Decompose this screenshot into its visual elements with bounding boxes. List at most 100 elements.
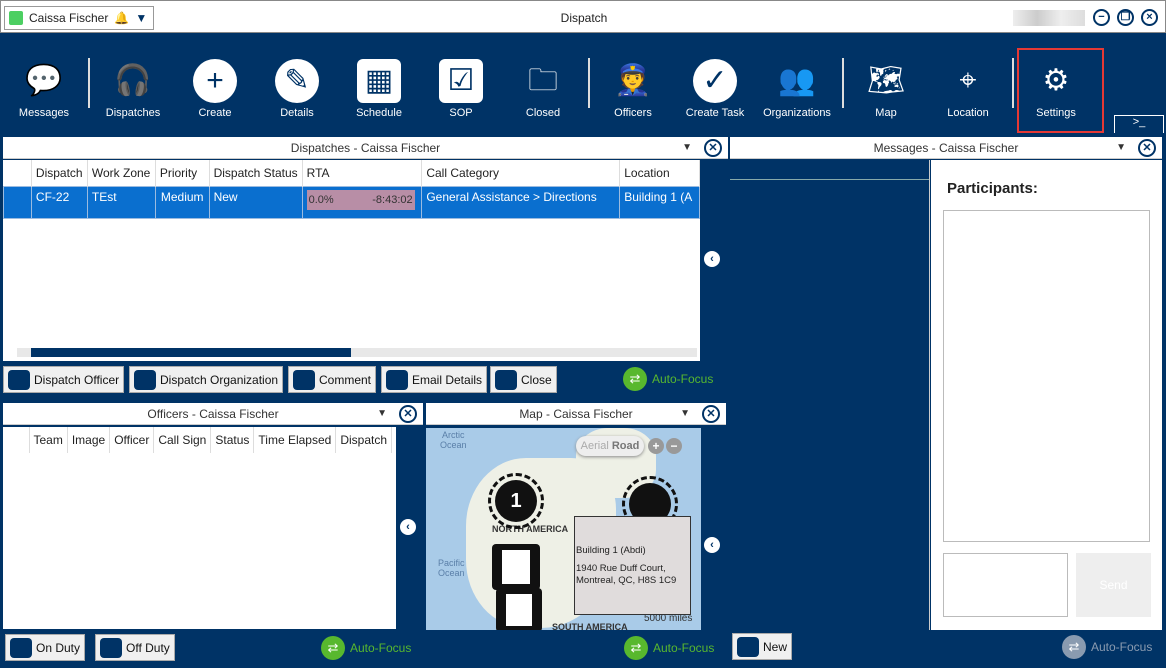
toolbar-organizations-button[interactable]: 👥 Organizations — [757, 53, 837, 119]
map-panel: Map - Caissa Fischer ▼ ✕ Arctic Ocean Paci… — [426, 403, 726, 665]
column-header[interactable]: Dispatch — [335, 427, 392, 453]
auto-focus-button[interactable]: ⇄ Auto-Focus — [1062, 635, 1152, 659]
title-bar: Caissa Fischer 🔔 ▼ Dispatch − ❐ × — [0, 0, 1166, 33]
image-marker-icon[interactable] — [492, 544, 540, 590]
map-style-toggle[interactable]: Aerial Road — [576, 436, 644, 456]
column-header[interactable]: Status — [210, 427, 255, 453]
restore-button[interactable]: ❐ — [1117, 9, 1134, 26]
dropdown-icon[interactable]: ▼ — [377, 403, 387, 425]
toolbar-schedule-button[interactable]: ▦ Schedule — [339, 53, 419, 119]
comment-button[interactable]: Comment — [288, 366, 377, 393]
close-panel-button[interactable]: ✕ — [702, 405, 720, 423]
message-input[interactable] — [943, 553, 1068, 617]
zoom-out-button[interactable]: − — [666, 438, 682, 454]
toolbar-sop-button[interactable]: ☑ SOP — [421, 53, 501, 119]
officer-icon: 👮 — [614, 64, 652, 97]
officer-plus-icon — [10, 637, 32, 658]
column-header[interactable]: Location — [619, 160, 700, 186]
column-header[interactable]: Dispatch — [31, 160, 88, 186]
grid-header: Dispatch Work Zone Priority Dispatch Status… — [3, 160, 700, 186]
table-row[interactable]: CF-22 TEst Medium New 0.0% -8:43:02 Gener… — [3, 185, 700, 219]
people-icon — [134, 369, 156, 390]
toolbar-details-button[interactable]: ✎ Details — [257, 53, 337, 119]
auto-focus-button[interactable]: ⇄ Auto-Focus — [623, 367, 713, 391]
separator — [1012, 58, 1014, 108]
aerial-option[interactable]: Aerial — [581, 440, 609, 452]
toolbar: >_ 💬 Messages 🎧 Dispatches + Create ✎ Details ▦ S… — [0, 33, 1166, 133]
dropdown-icon[interactable]: ▼ — [1116, 137, 1126, 159]
close-dispatch-button[interactable]: Close — [490, 366, 557, 393]
toolbar-officers-button[interactable]: 👮 Officers — [593, 53, 673, 119]
panel-header: Messages - Caissa Fischer ▼ ✕ — [730, 137, 1162, 159]
column-header[interactable]: Time Elapsed — [253, 427, 337, 453]
officer-icon — [8, 369, 30, 390]
cell-zone: TEst — [86, 185, 156, 219]
close-panel-button[interactable]: ✕ — [1138, 139, 1156, 157]
participants-list[interactable] — [943, 210, 1150, 542]
dispatch-officer-button[interactable]: Dispatch Officer — [3, 366, 125, 393]
column-header[interactable]: RTA — [302, 160, 423, 186]
dispatch-organization-button[interactable]: Dispatch Organization — [129, 366, 284, 393]
close-window-button[interactable]: × — [1141, 9, 1158, 26]
cluster-marker[interactable]: 1 — [488, 473, 544, 529]
dispatch-button-bar: Dispatch Officer Dispatch Organization C… — [3, 362, 728, 396]
headset-icon: 🎧 — [114, 64, 152, 97]
close-panel-button[interactable]: ✕ — [399, 405, 417, 423]
close-panel-button[interactable]: ✕ — [704, 139, 722, 157]
toolbar-location-button[interactable]: ⌖ Location — [928, 53, 1008, 119]
toolbar-create-task-button[interactable]: ✓ Create Task — [675, 53, 755, 119]
plus-circle-icon: + — [193, 59, 237, 103]
send-button[interactable]: Send — [1076, 553, 1151, 617]
column-header[interactable]: Priority — [155, 160, 210, 186]
column-header[interactable]: Image — [67, 427, 111, 453]
toolbar-dispatches-button[interactable]: 🎧 Dispatches — [93, 53, 173, 119]
auto-focus-button[interactable]: ⇄ Auto-Focus — [624, 636, 714, 660]
people-icon: 👥 — [778, 64, 816, 97]
road-option[interactable]: Road — [612, 440, 640, 452]
officers-panel: Officers - Caissa Fischer ▼ ✕ Team Image Off… — [3, 403, 423, 665]
toolbar-messages-button[interactable]: 💬 Messages — [4, 53, 84, 119]
zoom-in-button[interactable]: + — [648, 438, 664, 454]
column-header[interactable]: Call Category — [421, 160, 621, 186]
officer-minus-icon — [100, 637, 122, 658]
tooltip-city: Montreal, QC, H8S 1C9 — [576, 575, 677, 586]
dropdown-icon[interactable]: ▼ — [680, 403, 690, 425]
separator — [588, 58, 590, 108]
horizontal-scrollbar[interactable] — [17, 348, 697, 357]
console-tab[interactable]: >_ — [1114, 115, 1164, 133]
cell-rta: 0.0% -8:43:02 — [301, 185, 423, 219]
column-header[interactable]: Team — [29, 427, 68, 453]
collapse-arrow-icon[interactable]: ‹ — [704, 537, 720, 553]
panel-header: Officers - Caissa Fischer ▼ ✕ — [3, 403, 423, 425]
dropdown-icon[interactable]: ▼ — [682, 137, 692, 159]
toolbar-map-button[interactable]: 🗺 Map — [846, 53, 926, 119]
conversation-list[interactable] — [730, 160, 930, 630]
collapse-arrow-icon[interactable]: ‹ — [400, 519, 416, 535]
new-message-button[interactable]: New — [732, 633, 793, 660]
auto-focus-button[interactable]: ⇄ Auto-Focus — [321, 636, 411, 660]
toolbar-settings-button[interactable]: ⚙ Settings — [1016, 53, 1096, 119]
panel-title: Officers - Caissa Fischer — [147, 407, 279, 421]
map-icon: 🗺 — [866, 64, 906, 97]
dispatch-grid: Dispatch Work Zone Priority Dispatch Status… — [3, 160, 700, 361]
column-header[interactable]: Officer — [109, 427, 155, 453]
map-label: Arctic Ocean — [440, 430, 467, 450]
collapse-arrow-icon[interactable]: ‹ — [704, 251, 720, 267]
off-duty-button[interactable]: Off Duty — [95, 634, 175, 661]
toolbar-create-button[interactable]: + Create — [175, 53, 255, 119]
map-view[interactable]: Arctic Ocean Pacific Ocean NORTH AMERICA… — [426, 428, 701, 630]
closed-folder-icon: 🗀 — [528, 64, 558, 97]
panel-title: Map - Caissa Fischer — [519, 407, 633, 421]
column-header[interactable]: Dispatch Status — [209, 160, 303, 186]
location-tooltip: Building 1 (Abdi) 1940 Rue Duff Court, M… — [574, 516, 691, 615]
comment-icon — [293, 369, 315, 390]
column-header[interactable]: Work Zone — [87, 160, 156, 186]
location-pin-icon: ⌖ — [959, 64, 977, 97]
toolbar-closed-button[interactable]: 🗀 Closed — [503, 53, 583, 119]
calendar-icon: ▦ — [357, 59, 401, 103]
column-header[interactable]: Call Sign — [153, 427, 212, 453]
minimize-button[interactable]: − — [1093, 9, 1110, 26]
on-duty-button[interactable]: On Duty — [5, 634, 86, 661]
image-marker-icon[interactable] — [496, 588, 542, 630]
email-details-button[interactable]: Email Details — [381, 366, 488, 393]
